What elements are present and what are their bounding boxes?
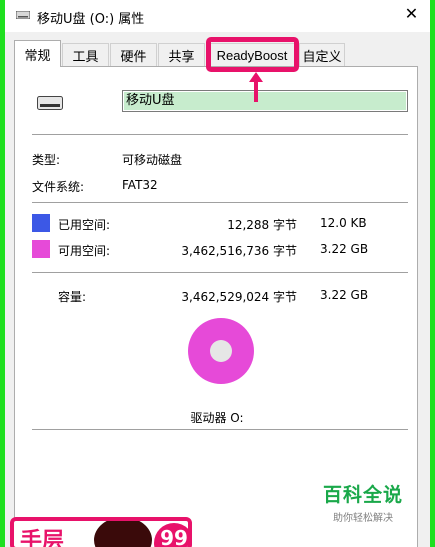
stamp-emblem [94,521,152,547]
drive-name-value: 移动U盘 [124,92,406,110]
drive-letter-label: 驱动器 O: [190,411,244,425]
divider [32,202,408,203]
usb-drive-icon [16,11,30,19]
baike-watermark: 百科全说 助你轻松解决 [313,480,413,524]
properties-window: 移动U盘 (O:) 属性 ✕ 常规 工具 硬件 共享 ReadyBoost 自定… [5,0,430,547]
divider [32,134,408,135]
watermark-title: 百科全说 [322,484,403,506]
watermark-subtitle: 助你轻松解决 [333,513,393,524]
stamp-number: 99 [154,523,188,547]
window-title: 移动U盘 (O:) 属性 [37,12,145,27]
filesystem-label: 文件系统: [32,180,85,194]
readyboost-highlight-box [206,37,299,72]
stamp-text: 手层 [20,529,65,547]
tab-general[interactable]: 常规 [14,40,61,67]
divider [32,272,408,273]
pie-hub [210,340,232,362]
close-button[interactable]: ✕ [393,0,430,26]
free-space-label: 可用空间: [58,244,111,258]
corner-stamp-logo: 手层 99 [10,517,192,547]
tab-tools[interactable]: 工具 [62,43,109,66]
used-space-label: 已用空间: [58,218,111,232]
capacity-size: 3.22 GB [320,288,369,302]
removable-drive-icon [37,96,63,110]
general-tab-panel: 移动U盘 类型: 可移动磁盘 文件系统: FAT32 已用空间: 12,288 … [14,66,418,547]
tab-customize[interactable]: 自定义 [299,43,345,66]
type-value: 可移动磁盘 [122,153,183,167]
tab-hardware[interactable]: 硬件 [110,43,157,66]
used-space-bytes: 12,288 字节 [227,218,297,232]
free-space-swatch [32,240,50,258]
capacity-label: 容量: [58,290,87,304]
up-arrow-icon [249,72,263,102]
free-space-bytes: 3,462,516,736 字节 [181,244,297,258]
capacity-bytes: 3,462,529,024 字节 [181,290,297,304]
divider [32,429,408,430]
title-bar: 移动U盘 (O:) 属性 ✕ [5,0,430,32]
close-icon: ✕ [404,3,419,23]
free-space-size: 3.22 GB [320,242,369,256]
type-label: 类型: [32,153,61,167]
drive-name-input[interactable]: 移动U盘 [122,90,408,112]
disk-usage-pie [188,318,254,384]
used-space-size: 12.0 KB [320,216,367,230]
used-space-swatch [32,214,50,232]
tab-sharing[interactable]: 共享 [158,43,205,66]
filesystem-value: FAT32 [122,178,158,192]
